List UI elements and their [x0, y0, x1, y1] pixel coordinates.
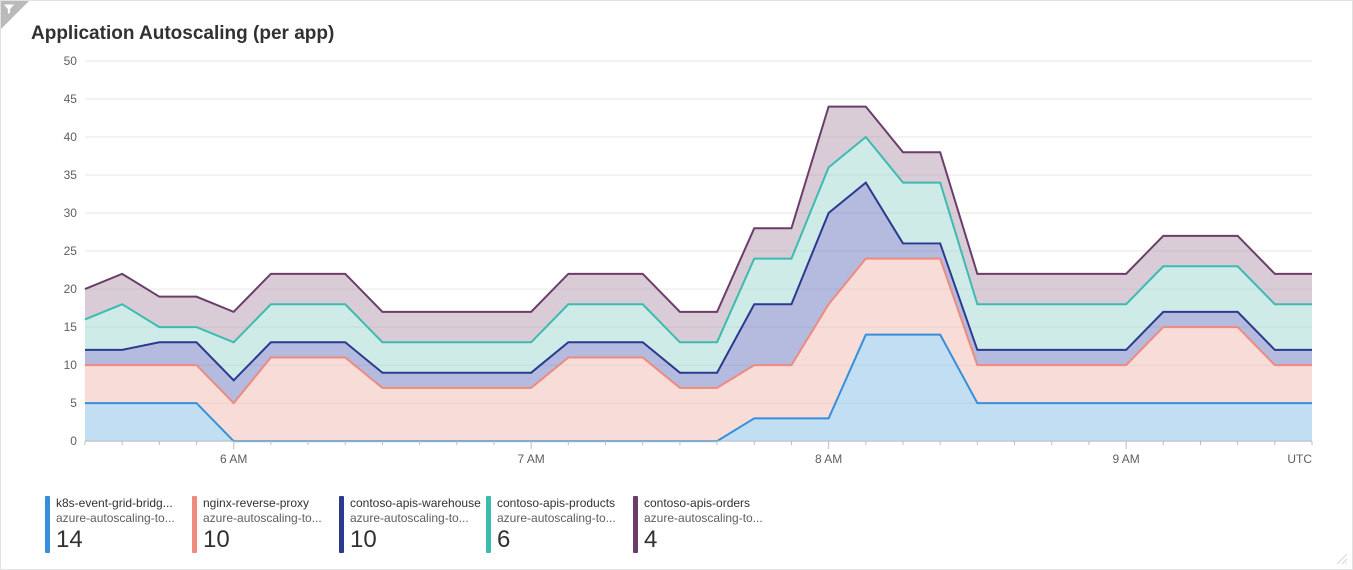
legend-sub: azure-autoscaling-to...	[497, 511, 616, 526]
resize-grip[interactable]	[1334, 551, 1348, 565]
legend-text: contoso-apis-productsazure-autoscaling-t…	[497, 496, 616, 553]
chart-title: Application Autoscaling (per app)	[31, 23, 334, 45]
svg-text:5: 5	[70, 396, 77, 410]
legend-swatch	[486, 496, 491, 553]
chart-plot[interactable]: 0 5 10 15 20 25 30 35 40 45 50 6 AM 7 AM 8 AM 9 AM UTC	[51, 51, 1322, 469]
legend-value: 6	[497, 527, 616, 553]
chart-legend: k8s-event-grid-bridg...azure-autoscaling…	[45, 496, 1332, 553]
legend-name: contoso-apis-warehouse	[350, 496, 481, 511]
legend-value: 10	[203, 527, 322, 553]
legend-value: 4	[644, 527, 763, 553]
legend-swatch	[339, 496, 344, 553]
legend-name: k8s-event-grid-bridg...	[56, 496, 175, 511]
legend-name: contoso-apis-orders	[644, 496, 763, 511]
legend-swatch	[192, 496, 197, 553]
svg-text:UTC: UTC	[1287, 452, 1312, 466]
resize-grip-icon	[1334, 551, 1348, 565]
svg-text:20: 20	[64, 282, 78, 296]
legend-name: contoso-apis-products	[497, 496, 616, 511]
legend-value: 10	[350, 527, 481, 553]
chart-card: Application Autoscaling (per app) 0 5 10 15…	[0, 0, 1353, 570]
svg-text:10: 10	[64, 358, 78, 372]
svg-text:50: 50	[64, 54, 78, 68]
svg-text:6 AM: 6 AM	[220, 452, 247, 466]
svg-text:35: 35	[64, 168, 78, 182]
legend-item[interactable]: contoso-apis-ordersazure-autoscaling-to.…	[633, 496, 778, 553]
legend-sub: azure-autoscaling-to...	[350, 511, 481, 526]
legend-item[interactable]: contoso-apis-productsazure-autoscaling-t…	[486, 496, 631, 553]
legend-item[interactable]: contoso-apis-warehouseazure-autoscaling-…	[339, 496, 484, 553]
legend-swatch	[45, 496, 50, 553]
svg-text:15: 15	[64, 320, 78, 334]
svg-text:7 AM: 7 AM	[518, 452, 545, 466]
svg-text:40: 40	[64, 130, 78, 144]
legend-sub: azure-autoscaling-to...	[644, 511, 763, 526]
legend-text: k8s-event-grid-bridg...azure-autoscaling…	[56, 496, 175, 553]
svg-text:45: 45	[64, 92, 78, 106]
svg-text:0: 0	[70, 434, 77, 448]
legend-text: nginx-reverse-proxyazure-autoscaling-to.…	[203, 496, 322, 553]
legend-item[interactable]: k8s-event-grid-bridg...azure-autoscaling…	[45, 496, 190, 553]
legend-sub: azure-autoscaling-to...	[203, 511, 322, 526]
legend-value: 14	[56, 527, 175, 553]
svg-text:25: 25	[64, 244, 78, 258]
filter-icon	[3, 3, 15, 15]
legend-text: contoso-apis-warehouseazure-autoscaling-…	[350, 496, 481, 553]
legend-sub: azure-autoscaling-to...	[56, 511, 175, 526]
legend-swatch	[633, 496, 638, 553]
legend-item[interactable]: nginx-reverse-proxyazure-autoscaling-to.…	[192, 496, 337, 553]
legend-name: nginx-reverse-proxy	[203, 496, 322, 511]
svg-text:8 AM: 8 AM	[815, 452, 842, 466]
svg-text:30: 30	[64, 206, 78, 220]
svg-text:9 AM: 9 AM	[1112, 452, 1139, 466]
filter-corner[interactable]	[1, 1, 29, 29]
legend-text: contoso-apis-ordersazure-autoscaling-to.…	[644, 496, 763, 553]
